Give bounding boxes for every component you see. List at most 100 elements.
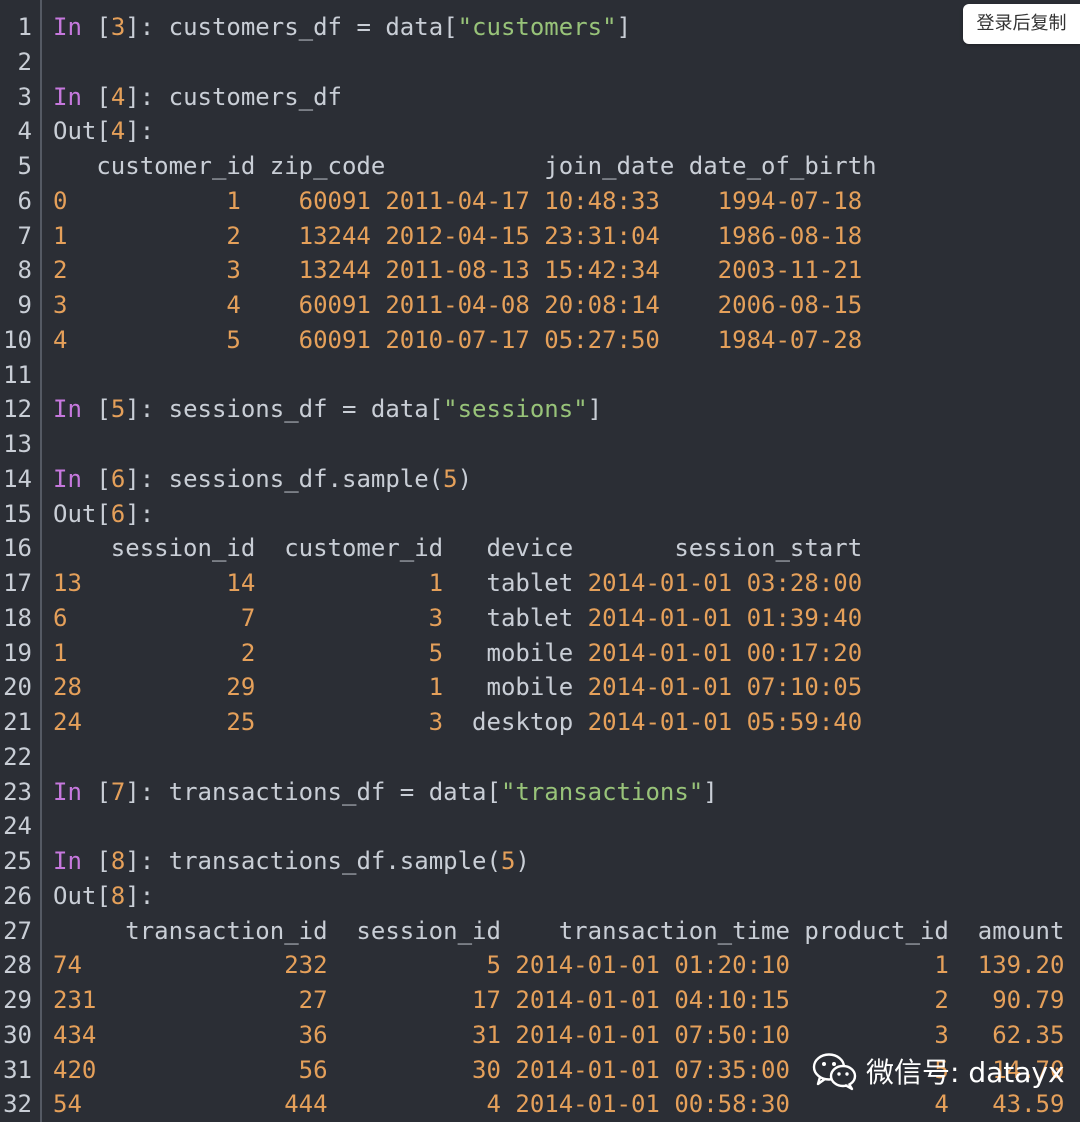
line-number: 6 [17, 186, 32, 215]
code-token: 1 2 13244 2012-04-15 23:31:04 1986-08-18 [53, 221, 863, 250]
line-number: 12 [3, 395, 32, 424]
code-token: 4 5 60091 2010-07-17 05:27:50 1984-07-28 [53, 325, 863, 354]
line-number: 21 [3, 708, 32, 736]
code-token: ] [616, 13, 632, 41]
line-number: 20 [3, 673, 32, 702]
code-text: session_id customer_id device session_st… [53, 531, 862, 566]
code-line: 10 4 5 60091 2010-07-17 05:27:50 1984-07-… [0, 323, 1080, 358]
line-number: 26 [3, 881, 32, 910]
code-text: transaction_id session_id transaction_ti… [53, 914, 1064, 949]
code-line: 17 13 14 1 tablet 2014-01-01 03:28:00 [0, 566, 1080, 601]
code-token: ]: [125, 881, 155, 910]
code-token: 5 [443, 464, 458, 493]
code-token: ]: sessions_df.sample( [125, 464, 444, 493]
code-token: tablet [443, 569, 588, 597]
code-line: 25 In [8]: transactions_df.sample(5) [0, 844, 1080, 879]
code-line: 18 6 7 3 tablet 2014-01-01 01:39:40 [0, 601, 1080, 636]
code-token: ] [587, 395, 603, 424]
code-token: 4 [110, 82, 126, 111]
code-line: 2 [0, 45, 1080, 80]
code-line: 7 1 2 13244 2012-04-15 23:31:04 1986-08-1… [0, 219, 1080, 254]
line-number: 32 [3, 1090, 32, 1119]
code-text: 1 2 13244 2012-04-15 23:31:04 1986-08-18 [53, 219, 862, 254]
code-line: 3 In [4]: customers_df [0, 80, 1080, 115]
code-token: [ [81, 82, 111, 111]
line-number: 7 [17, 221, 32, 250]
code-token: 2014-01-01 07:10:05 [587, 673, 863, 702]
code-token: 24 25 3 [53, 708, 444, 736]
line-number: 16 [3, 534, 32, 563]
code-token: [ [81, 777, 111, 806]
line-number: 9 [17, 291, 32, 319]
code-token: desktop [443, 708, 588, 736]
line-number: 2 [17, 47, 32, 76]
line-number: 15 [3, 499, 32, 528]
line-number: 22 [3, 742, 32, 771]
code-token: [ [81, 13, 111, 41]
code-line: 21 24 25 3 desktop 2014-01-01 05:59:40 [0, 705, 1080, 740]
code-line: 6 0 1 60091 2011-04-17 10:48:33 1994-07-1… [0, 184, 1080, 219]
line-number: 13 [3, 430, 32, 458]
code-text: In [5]: sessions_df = data["sessions"] [53, 392, 602, 427]
code-text: 3 4 60091 2011-04-08 20:08:14 2006-08-15 [53, 288, 862, 323]
line-number: 28 [3, 951, 32, 980]
code-text: In [6]: sessions_df.sample(5) [53, 462, 472, 497]
code-line: 4 Out[4]: [0, 114, 1080, 149]
code-text: 0 1 60091 2011-04-17 10:48:33 1994-07-18 [53, 184, 862, 219]
line-number: 5 [17, 152, 32, 180]
code-line: 8 2 3 13244 2011-08-13 15:42:34 2003-11-2… [0, 253, 1080, 288]
code-text: 1 2 5 mobile 2014-01-01 00:17:20 [53, 636, 862, 671]
code-line: 24 [0, 809, 1080, 844]
code-line: 12 In [5]: sessions_df = data["sessions"] [0, 392, 1080, 427]
code-line: 22 [0, 740, 1080, 775]
copy-button[interactable]: 登录后复制 [963, 4, 1080, 44]
code-text: In [4]: customers_df [53, 80, 342, 115]
code-token: 54 444 4 2014-01-01 00:58:30 4 43.59 [53, 1090, 1065, 1119]
code-token: "transactions" [500, 777, 704, 806]
wechat-icon [812, 1051, 858, 1091]
line-number: 27 [3, 916, 32, 945]
code-token: transaction_id session_id transaction_ti… [53, 916, 1065, 945]
code-token: ]: customers_df = data[ [125, 13, 458, 41]
code-token: ]: transactions_df = data[ [125, 777, 501, 806]
code-text: 231 27 17 2014-01-01 04:10:15 2 90.79 [53, 983, 1064, 1018]
code-text: Out[4]: [53, 114, 154, 149]
code-token: 8 [110, 881, 126, 910]
code-token: 434 36 31 2014-01-01 07:50:10 3 62.35 [53, 1020, 1065, 1049]
line-number: 29 [3, 986, 32, 1014]
code-text: 28 29 1 mobile 2014-01-01 07:10:05 [53, 670, 862, 705]
code-token: 6 [110, 499, 126, 528]
code-token: mobile [443, 673, 588, 702]
code-line: 27 transaction_id session_id transaction… [0, 914, 1080, 949]
code-token: ]: customers_df [125, 82, 343, 111]
code-token: 7 [110, 777, 126, 806]
code-token: tablet [443, 603, 588, 632]
code-line: 28 74 232 5 2014-01-01 01:20:10 1 139.20 [0, 948, 1080, 983]
code-token: ] [703, 777, 718, 806]
code-token: In [53, 464, 82, 493]
code-text: In [7]: transactions_df = data["transact… [53, 775, 718, 810]
line-number: 10 [3, 325, 32, 354]
code-token: 2014-01-01 00:17:20 [587, 638, 863, 667]
watermark-text: 微信号: datayx [866, 1056, 1065, 1089]
code-view[interactable]: 1 In [3]: customers_df = data["customers"… [0, 10, 1080, 1122]
code-line: 32 54 444 4 2014-01-01 00:58:30 4 43.59 [0, 1087, 1080, 1122]
code-token: 13 14 1 [53, 569, 444, 597]
code-token: 2014-01-01 05:59:40 [587, 708, 863, 736]
code-token: 3 4 60091 2011-04-08 20:08:14 2006-08-15 [53, 291, 863, 319]
code-token: 2014-01-01 03:28:00 [587, 569, 863, 597]
code-token: ]: [125, 117, 155, 146]
code-text: 4 5 60091 2010-07-17 05:27:50 1984-07-28 [53, 323, 862, 358]
line-number: 24 [3, 812, 32, 841]
code-token: Out[ [53, 117, 111, 146]
code-token: In [53, 82, 82, 111]
code-text: 2 3 13244 2011-08-13 15:42:34 2003-11-21 [53, 253, 862, 288]
code-line: 19 1 2 5 mobile 2014-01-01 00:17:20 [0, 636, 1080, 671]
code-token: [ [81, 464, 111, 493]
line-number: 25 [3, 847, 32, 875]
code-token: ]: transactions_df.sample( [125, 847, 501, 875]
code-token: In [53, 395, 82, 424]
line-number: 8 [17, 256, 32, 285]
code-token: In [53, 777, 82, 806]
code-token: "customers" [457, 13, 617, 41]
